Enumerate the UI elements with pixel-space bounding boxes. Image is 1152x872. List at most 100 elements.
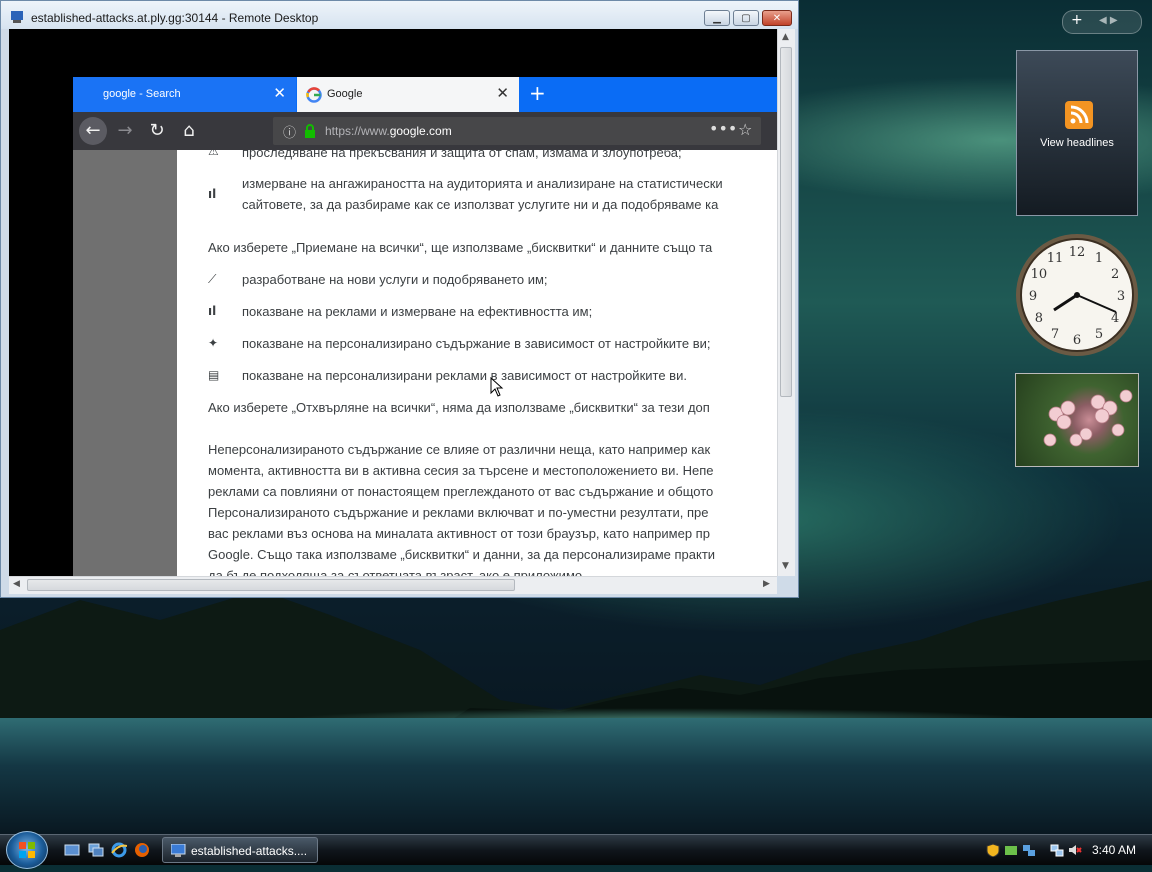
reload-button[interactable]: ↻	[145, 120, 169, 142]
content-line: проследяване на прекъсвания и защита от …	[242, 150, 682, 160]
network-icon[interactable]	[1022, 843, 1036, 857]
close-button[interactable]: ✕	[762, 10, 792, 26]
clock-numeral: 10	[1031, 267, 1048, 282]
window-title: established-attacks.at.ply.gg:30144 - Re…	[31, 11, 319, 25]
back-button[interactable]: ←	[79, 117, 107, 145]
clock-numeral: 1	[1095, 251, 1103, 266]
flower-photo	[1043, 389, 1133, 447]
clock-numeral: 6	[1073, 333, 1081, 348]
feed-headlines-gadget[interactable]: View headlines	[1016, 50, 1138, 216]
more-actions-icon[interactable]: •••	[709, 119, 737, 138]
task-label: established-attacks....	[191, 844, 308, 858]
network-status-icon[interactable]	[1050, 843, 1064, 857]
remote-desktop-icon	[11, 11, 23, 23]
maximize-icon: ▢	[741, 12, 751, 24]
left-overlay	[73, 150, 177, 576]
maximize-button[interactable]: ▢	[733, 10, 759, 26]
content-line: измерване на ангажираността на аудитория…	[242, 176, 723, 191]
close-tab-icon[interactable]: ✕	[496, 85, 509, 101]
title-bar[interactable]: established-attacks.at.ply.gg:30144 - Re…	[1, 1, 798, 29]
arrow-right-icon: →	[117, 120, 133, 141]
scroll-right-icon[interactable]: ▶	[763, 579, 770, 589]
content-line: вас реклами въз основа на миналата актив…	[208, 526, 710, 541]
horizontal-scrollbar[interactable]: ◀ ▶	[9, 576, 777, 594]
remote-desktop-icon	[171, 844, 186, 857]
content-line: момента, активността ви в активна сесия …	[208, 463, 714, 478]
security-shield-icon[interactable]	[986, 843, 1000, 857]
clock-numeral: 2	[1111, 267, 1119, 282]
sparkle-icon: ✦	[208, 336, 219, 350]
add-gadget-icon[interactable]: +	[1071, 12, 1083, 28]
tab-label: google - Search	[103, 88, 181, 100]
clock-numeral: 5	[1095, 327, 1103, 342]
remote-viewport[interactable]: google - Search ✕ Google ✕ + ← → ↻ ⌂ ⓘ h…	[9, 29, 777, 576]
page-content[interactable]: ⚠ проследяване на прекъсвания и защита о…	[73, 150, 777, 576]
content-line: Неперсонализираното съдържание се влияе …	[208, 442, 711, 457]
bookmark-star-icon[interactable]: ☆	[738, 120, 752, 139]
tab-label: Google	[327, 88, 363, 100]
minimize-button[interactable]: ▁	[704, 10, 730, 26]
clock-numeral: 9	[1029, 289, 1037, 304]
new-tab-icon[interactable]: +	[529, 82, 546, 104]
gadget-page-nav-icon[interactable]: ◀ ▶	[1099, 15, 1118, 26]
home-button[interactable]: ⌂	[177, 120, 201, 142]
content-line: Ако изберете „Приемане на всички“, ще из…	[208, 240, 713, 255]
navigation-bar: ← → ↻ ⌂ ⓘ https://www.google.com ••• ☆	[73, 112, 777, 150]
show-desktop-icon[interactable]	[64, 842, 80, 858]
browser-window[interactable]: google - Search ✕ Google ✕ + ← → ↻ ⌂ ⓘ h…	[73, 77, 777, 576]
clock-time[interactable]: 3:40 AM	[1092, 843, 1136, 857]
volume-muted-icon[interactable]	[1068, 843, 1082, 857]
url-bar[interactable]: ⓘ https://www.google.com ••• ☆	[273, 117, 761, 145]
scroll-thumb[interactable]	[27, 579, 515, 591]
reload-icon: ↻	[149, 120, 165, 141]
update-icon[interactable]	[1004, 843, 1018, 857]
lake	[0, 718, 1152, 838]
warning-icon: ⚠	[208, 150, 219, 158]
lock-icon[interactable]	[304, 124, 316, 138]
minimize-icon: ▁	[713, 12, 721, 24]
clock-numeral: 4	[1111, 311, 1119, 326]
clock-numeral: 12	[1069, 245, 1086, 260]
gadget-controls[interactable]: + ◀ ▶	[1062, 10, 1142, 34]
taskbar: established-attacks.... 3:40 AM	[0, 831, 1152, 869]
trending-icon: ⟋	[208, 272, 217, 286]
content-line: реклами са повлияни от понастоящем прегл…	[208, 484, 714, 499]
remote-desktop-window[interactable]: established-attacks.at.ply.gg:30144 - Re…	[0, 0, 799, 598]
content-line: Персонализираното съдържание и реклами в…	[208, 505, 709, 520]
scroll-down-icon[interactable]: ▼	[782, 561, 789, 571]
start-button[interactable]	[6, 831, 48, 869]
content-line: показване на реклами и измерване на ефек…	[242, 304, 593, 319]
content-line: показване на персонализирани реклами в з…	[242, 368, 687, 383]
url-text: https://www.google.com	[325, 124, 452, 138]
content-line: да бъде подходяща за съответната възраст…	[208, 568, 586, 576]
info-icon[interactable]: ⓘ	[283, 122, 296, 141]
vertical-scrollbar[interactable]: ▲ ▼	[777, 29, 795, 576]
switch-windows-icon[interactable]	[88, 842, 104, 858]
tab-bar: google - Search ✕ Google ✕ +	[73, 77, 777, 112]
taskbar-task-remote-desktop[interactable]: established-attacks....	[162, 837, 318, 863]
clock-numeral: 11	[1047, 251, 1064, 266]
bar-chart-icon: ıl	[208, 304, 217, 318]
tab-google-search[interactable]: google - Search ✕	[73, 77, 296, 112]
slideshow-gadget[interactable]	[1015, 373, 1139, 467]
rss-icon	[1065, 101, 1093, 129]
firefox-icon[interactable]	[134, 842, 150, 858]
content-line: разработване на нови услуги и подобряван…	[242, 272, 548, 287]
clock-numeral: 7	[1051, 327, 1059, 342]
tab-google[interactable]: Google ✕	[297, 77, 519, 112]
clock-gadget[interactable]: 12 12 3 45678 9 1011	[1014, 232, 1140, 358]
content-line: Ако изберете „Отхвърляне на всички“, ням…	[208, 400, 710, 415]
scroll-thumb[interactable]	[780, 47, 792, 397]
content-line: показване на персонализирано съдържание …	[242, 336, 711, 351]
view-headlines-label[interactable]: View headlines	[1017, 137, 1137, 149]
bar-chart-icon: ıl	[208, 187, 217, 201]
scroll-left-icon[interactable]: ◀	[13, 579, 20, 589]
mouse-cursor-icon	[490, 377, 504, 397]
forward-button[interactable]: →	[113, 120, 137, 142]
clock-numeral: 8	[1035, 311, 1043, 326]
clock-numeral: 3	[1117, 289, 1125, 304]
arrow-left-icon: ←	[85, 120, 101, 141]
internet-explorer-icon[interactable]	[111, 842, 127, 858]
scroll-up-icon[interactable]: ▲	[782, 32, 789, 42]
close-tab-icon[interactable]: ✕	[273, 85, 286, 101]
